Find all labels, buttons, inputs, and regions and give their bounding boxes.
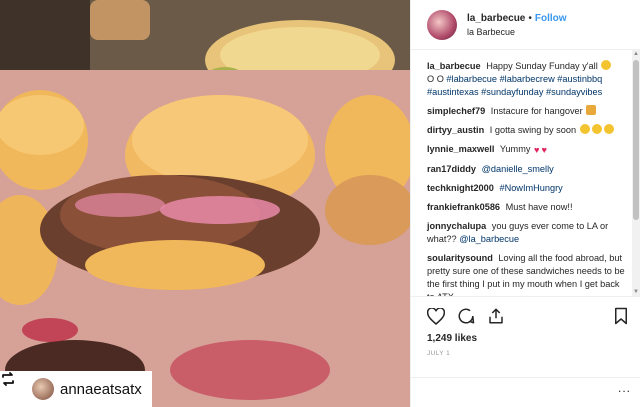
list-item: frankiefrank0586 Must have now!! (427, 201, 627, 214)
like-count[interactable]: 1,249 likes (427, 333, 629, 344)
mention-link[interactable]: @danielle_smelly (482, 164, 554, 174)
hashtag-link[interactable]: #NowImHungry (499, 183, 562, 193)
comment-icon[interactable] (457, 307, 475, 325)
heart-eyes-emoji-icon (601, 60, 612, 70)
hashtag-link[interactable]: #austintexas (427, 87, 479, 97)
hashtag-link[interactable]: #austinbbq (557, 74, 602, 84)
scroll-down-arrow-icon[interactable]: ▼ (632, 288, 640, 296)
comment-text: Yummy (499, 144, 531, 154)
caption-username[interactable]: la_barbecue (427, 61, 481, 71)
comment-username[interactable]: frankiefrank0586 (427, 202, 500, 212)
yum-emoji-icon (603, 124, 614, 134)
list-item: lynnie_maxwell Yummy ♥ ♥ (427, 143, 627, 157)
post-username[interactable]: la_barbecue (467, 13, 525, 24)
comment-username[interactable]: dirtyy_austin (427, 125, 484, 135)
bookmark-icon[interactable] (613, 307, 629, 325)
hashtag-link[interactable]: #labarbecue (446, 74, 497, 84)
heart-emoji-icon: ♥ (534, 145, 540, 155)
repost-badge[interactable]: annaeatsatx (0, 371, 152, 407)
share-icon[interactable] (487, 307, 505, 325)
scroll-thumb[interactable] (633, 60, 639, 220)
post-photo[interactable]: annaeatsatx (0, 0, 410, 407)
hashtag-link[interactable]: #sundayfunday (481, 87, 543, 97)
comment-username[interactable]: techknight2000 (427, 183, 494, 193)
comment-username[interactable]: simplechef79 (427, 106, 485, 116)
repost-username: annaeatsatx (60, 380, 142, 398)
caption-text: Happy Sunday Funday y'all (486, 61, 598, 71)
action-bar: 1,249 likes JULY 1 (411, 296, 640, 357)
comment-list[interactable]: la_barbecue Happy Sunday Funday y'all O … (411, 52, 633, 296)
comment-text: Must have now!! (505, 202, 573, 212)
heart-icon[interactable] (427, 307, 445, 325)
comments-scrollbar[interactable]: ▲ ▼ (632, 50, 640, 296)
comment-username[interactable]: lynnie_maxwell (427, 144, 494, 154)
scroll-up-arrow-icon[interactable]: ▲ (632, 50, 640, 58)
list-item: dirtyy_austin I gotta swing by soon (427, 124, 627, 137)
comment-username[interactable]: soularitysound (427, 253, 493, 263)
follow-button[interactable]: Follow (535, 13, 567, 24)
yum-emoji-icon (591, 124, 602, 134)
comment-text: Instacure for hangover (490, 106, 583, 116)
caption-prefix: O O (427, 74, 444, 84)
separator-dot: • (528, 12, 532, 24)
heart-emoji-icon: ♥ (541, 145, 547, 155)
post-date: JULY 1 (427, 350, 451, 357)
bbq-sandwich-image (0, 0, 410, 407)
repost-icon (2, 372, 26, 398)
comment-username[interactable]: ran17diddy (427, 164, 476, 174)
avatar[interactable] (427, 9, 457, 40)
list-item: jonnychalupa you guys ever come to LA or… (427, 220, 627, 246)
hashtag-link[interactable]: #sundayvibes (546, 87, 602, 97)
post-location[interactable]: la Barbecue (467, 27, 567, 37)
list-item: techknight2000 #NowImHungry (427, 182, 627, 195)
list-item: simplechef79 Instacure for hangover (427, 105, 627, 118)
list-item: ran17diddy @danielle_smelly (427, 163, 627, 176)
hashtag-link[interactable]: #labarbecrew (500, 74, 555, 84)
post-side-panel: la_barbecue • Follow la Barbecue la_barbec… (410, 0, 640, 407)
comment-text: I gotta swing by soon (489, 125, 577, 135)
more-options-icon[interactable]: ... (618, 381, 631, 395)
comment-username[interactable]: jonnychalupa (427, 221, 486, 231)
yum-emoji-icon (579, 124, 590, 134)
mention-link[interactable]: @la_barbecue (459, 234, 519, 244)
post-header: la_barbecue • Follow la Barbecue (411, 0, 640, 50)
add-comment-area[interactable]: ... (411, 377, 640, 407)
list-item: soularitysound Loving all the food abroa… (427, 252, 627, 296)
beer-emoji-icon (586, 105, 597, 115)
repost-avatar (32, 378, 54, 400)
caption: la_barbecue Happy Sunday Funday y'all O … (427, 60, 627, 99)
